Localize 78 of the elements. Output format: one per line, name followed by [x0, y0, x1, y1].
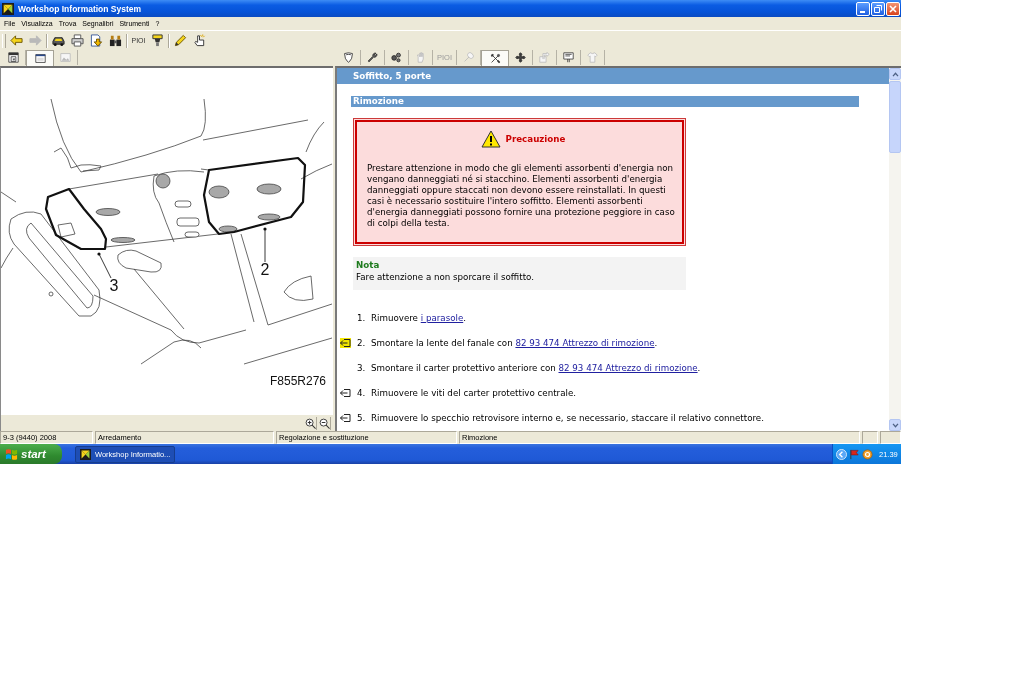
step-text: Rimuovere i parasole.	[371, 312, 466, 323]
app-icon	[80, 448, 91, 460]
toolbar-button[interactable]	[149, 32, 166, 49]
printer-icon	[71, 34, 84, 47]
move-icon	[515, 52, 526, 63]
page-title: Soffitto, 5 porte	[337, 68, 889, 84]
window-box-icon	[8, 52, 19, 63]
hand-pointer-icon	[193, 34, 206, 47]
lamp-icon	[151, 34, 164, 47]
start-button[interactable]: start	[0, 444, 62, 464]
view-tab[interactable]	[26, 50, 54, 66]
pencil-icon	[174, 34, 187, 47]
callout-number: 2	[260, 261, 270, 278]
maximize-button[interactable]	[871, 1, 885, 16]
minimize-button[interactable]	[856, 1, 870, 16]
picture-icon	[60, 52, 71, 63]
step-text: Rimuovere le viti del carter protettivo centrale.	[371, 387, 576, 398]
toolbar-button[interactable]	[191, 32, 208, 49]
window-title: Workshop Information System	[18, 3, 143, 14]
step-text: Rimuovere lo specchio retrovisore interno e, se necessario, staccare il relativo connettore.	[371, 412, 764, 423]
pin-icon	[463, 52, 474, 63]
chevron-left-icon[interactable]	[836, 448, 847, 460]
caution-text: Prestare attenzione in modo che gli elementi assorbenti d'energia non vengano danneggiati né si stacchino. Elementi assorbenti d'energia danneggiati oppure staccati non devono essere reinstallati. In questi casi è necessario sostituire l'intero soffitto. Elementi assorbenti d'energia danneggiati possono fornire una protezione peggiore in caso di colpi della testa.	[367, 163, 676, 229]
step-number: 5.	[356, 412, 367, 423]
window-icon	[34, 53, 46, 64]
warning-icon	[480, 130, 501, 148]
scroll-down-button[interactable]	[889, 419, 901, 431]
note-text: Fare attenzione a non sporcare il soffitto.	[356, 271, 535, 283]
arrow-right-icon	[29, 34, 42, 47]
tool-link[interactable]: 82 93 474 Attrezzo di rimozione	[558, 362, 698, 373]
step-number: 2.	[356, 337, 367, 348]
step-number: 1.	[356, 312, 367, 323]
restore-icon	[874, 4, 882, 13]
toolbar-button[interactable]	[88, 32, 105, 49]
view-tab[interactable]	[481, 50, 509, 66]
arrow-left-icon	[10, 34, 23, 47]
ring-icon[interactable]	[862, 448, 873, 460]
tool-link[interactable]: 82 93 474 Attrezzo di rimozione	[515, 337, 655, 348]
callout-number: 3	[109, 277, 119, 294]
step-number: 4.	[356, 387, 367, 398]
section-heading: Rimozione	[351, 96, 859, 107]
status-panel	[862, 431, 878, 444]
zoom-in-icon	[304, 417, 316, 429]
shield-icon	[343, 52, 354, 63]
status-panel	[880, 431, 901, 444]
minimize-icon	[860, 10, 865, 13]
hand-icon	[415, 52, 426, 63]
step-text: Smontare la lente del fanale con 82 93 474 Attrezzo di rimozione.	[371, 337, 658, 348]
zoom-in-button[interactable]	[304, 416, 317, 430]
caret-up-icon	[891, 71, 899, 77]
binoculars-icon	[109, 34, 122, 47]
shirt-icon	[587, 52, 598, 63]
figure-code: F855R276	[269, 374, 326, 388]
arrow-into-box-icon[interactable]	[340, 412, 351, 423]
document-arrow-icon	[90, 34, 103, 47]
app-icon	[2, 2, 14, 15]
scroll-up-button[interactable]	[889, 68, 901, 80]
flag-icon[interactable]	[849, 448, 860, 460]
caution-title: Precauzione	[505, 134, 566, 144]
wrench-icon	[367, 52, 378, 63]
gears-icon	[391, 52, 402, 63]
car-icon	[52, 34, 65, 47]
arrow-into-box-icon[interactable]	[340, 387, 351, 398]
box-arrow-icon	[539, 52, 550, 63]
note-title: Nota	[356, 259, 381, 271]
board-icon	[563, 52, 574, 63]
zoom-out-icon	[318, 417, 330, 429]
step-text: Smontare il carter protettivo anteriore con 82 93 474 Attrezzo di rimozione.	[371, 362, 701, 373]
flag-logo-icon	[5, 447, 18, 461]
caret-down-icon	[891, 422, 899, 428]
scrollbar-thumb[interactable]	[889, 81, 901, 153]
tools-icon	[489, 53, 501, 64]
close-icon	[889, 4, 897, 13]
arrow-into-box-icon[interactable]	[340, 337, 351, 348]
step-number: 3.	[356, 362, 367, 373]
close-button[interactable]	[886, 1, 900, 16]
toolbar-button[interactable]	[69, 32, 86, 49]
zoom-out-button[interactable]	[318, 416, 331, 430]
